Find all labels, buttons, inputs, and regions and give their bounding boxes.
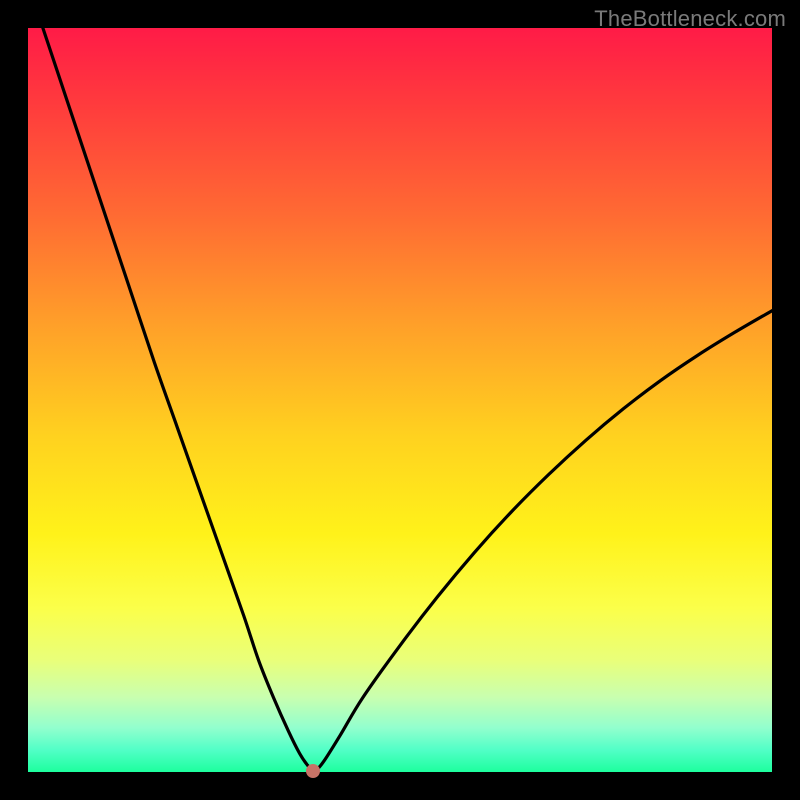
- bottleneck-curve: [28, 28, 772, 772]
- optimal-marker: [306, 764, 320, 778]
- watermark-text: TheBottleneck.com: [594, 6, 786, 32]
- chart-frame: TheBottleneck.com: [0, 0, 800, 800]
- plot-area: [28, 28, 772, 772]
